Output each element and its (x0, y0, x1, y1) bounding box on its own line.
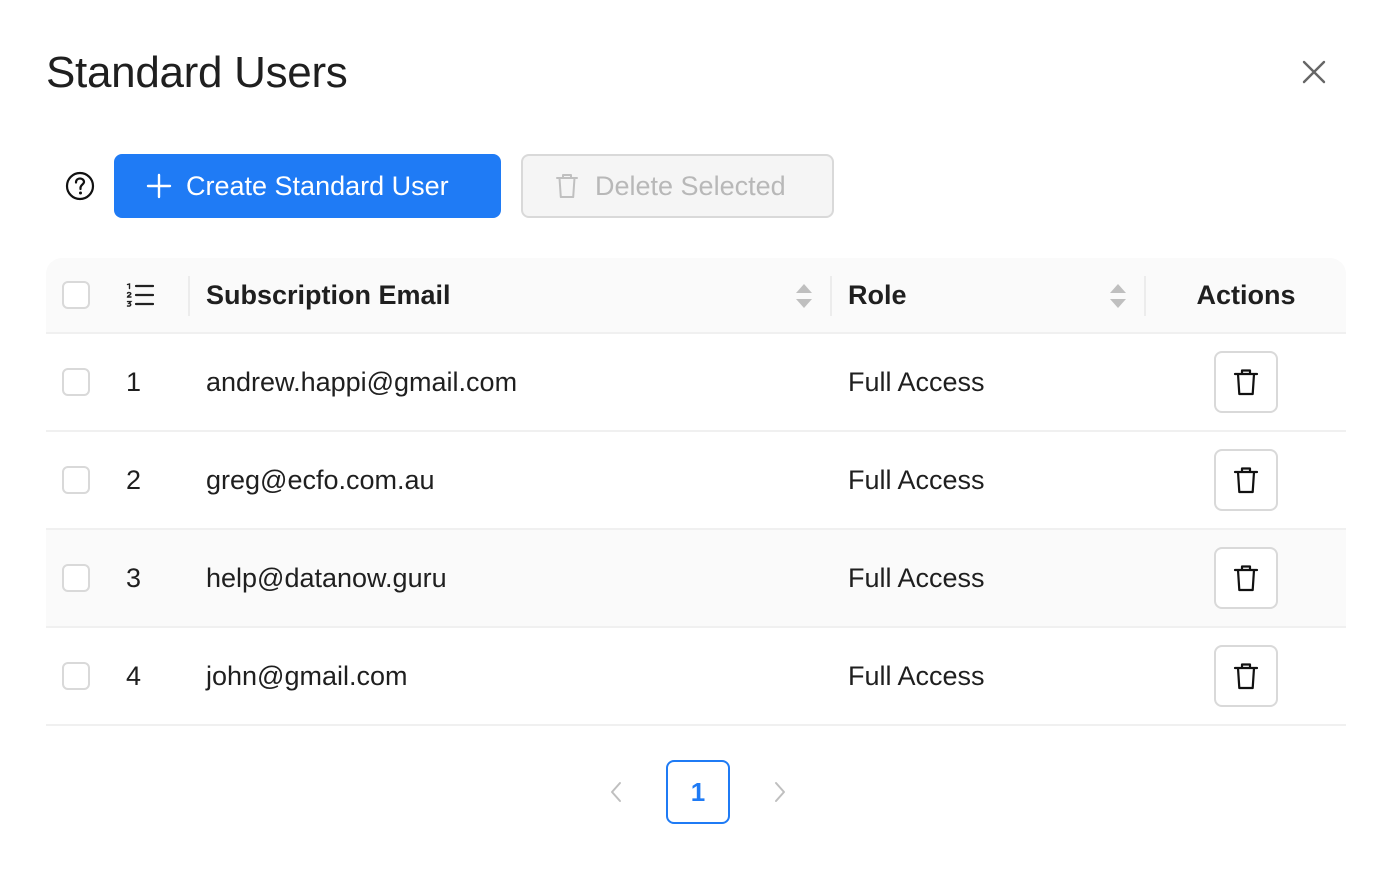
row-checkbox[interactable] (62, 368, 90, 396)
next-page-button[interactable] (760, 760, 800, 824)
table-row: 4 john@gmail.com Full Access (46, 628, 1346, 726)
delete-selected-button[interactable]: Delete Selected (521, 154, 834, 218)
trash-icon (1233, 565, 1259, 592)
dialog-title: Standard Users (46, 48, 348, 97)
row-index: 1 (126, 366, 142, 397)
row-checkbox[interactable] (62, 564, 90, 592)
chevron-right-icon (775, 782, 785, 802)
sort-email-icon[interactable] (794, 282, 814, 310)
chevron-left-icon (611, 782, 621, 802)
prev-page-button[interactable] (596, 760, 636, 824)
delete-row-button[interactable] (1214, 645, 1278, 707)
row-checkbox[interactable] (62, 662, 90, 690)
standard-users-dialog: Standard Users Create Standard User Dele… (0, 0, 1394, 880)
trash-icon (556, 174, 578, 198)
table-row: 2 greg@ecfo.com.au Full Access (46, 432, 1346, 530)
row-index: 3 (126, 562, 142, 593)
close-button[interactable] (1294, 52, 1334, 92)
row-email: andrew.happi@gmail.com (206, 366, 518, 397)
column-settings-icon[interactable] (126, 283, 154, 307)
delete-row-button[interactable] (1214, 449, 1278, 511)
trash-icon (1233, 663, 1259, 690)
column-divider (188, 276, 190, 316)
row-email: greg@ecfo.com.au (206, 464, 435, 495)
row-index: 4 (126, 660, 142, 691)
delete-row-button[interactable] (1214, 547, 1278, 609)
table-row: 1 andrew.happi@gmail.com Full Access (46, 334, 1346, 432)
row-email: john@gmail.com (206, 660, 408, 691)
column-header-role[interactable]: Role (848, 258, 1144, 332)
row-role: Full Access (848, 464, 985, 495)
delete-row-button[interactable] (1214, 351, 1278, 413)
row-index: 2 (126, 464, 142, 495)
row-role: Full Access (848, 366, 985, 397)
pagination: 1 (596, 760, 800, 824)
create-standard-user-label: Create Standard User (186, 170, 449, 201)
table-header: Subscription Email Role Actions (46, 258, 1346, 334)
row-email: help@datanow.guru (206, 562, 447, 593)
row-role: Full Access (848, 562, 985, 593)
trash-icon (1233, 467, 1259, 494)
row-role: Full Access (848, 660, 985, 691)
help-icon[interactable] (62, 168, 98, 204)
users-table: Subscription Email Role Actions 1 andrew… (46, 258, 1346, 726)
table-row: 3 help@datanow.guru Full Access (46, 530, 1346, 628)
column-header-email[interactable]: Subscription Email (206, 258, 830, 332)
create-standard-user-button[interactable]: Create Standard User (114, 154, 501, 218)
plus-icon (146, 173, 172, 199)
toolbar: Create Standard User Delete Selected (62, 154, 834, 218)
close-icon (1302, 60, 1326, 84)
delete-selected-label: Delete Selected (595, 170, 786, 201)
column-divider (830, 276, 832, 316)
trash-icon (1233, 369, 1259, 396)
column-header-actions: Actions (1196, 279, 1296, 310)
sort-role-icon[interactable] (1108, 282, 1128, 310)
page-number-button[interactable]: 1 (666, 760, 730, 824)
row-checkbox[interactable] (62, 466, 90, 494)
select-all-checkbox[interactable] (62, 281, 90, 309)
